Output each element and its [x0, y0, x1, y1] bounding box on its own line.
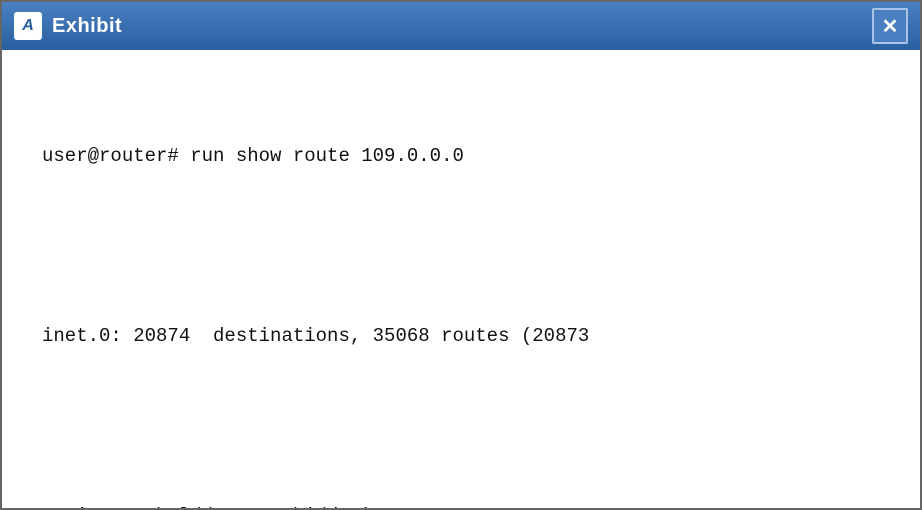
blank-line-2 [42, 416, 880, 440]
window-icon: A [14, 12, 42, 40]
window-title: Exhibit [52, 15, 122, 38]
terminal-line-3: active, 0 holddown, 1 hidden) [42, 501, 880, 508]
exhibit-window: A Exhibit ✕ user@router# run show route … [0, 0, 922, 510]
title-bar-left: A Exhibit [14, 12, 122, 40]
terminal-content: user@router# run show route 109.0.0.0 in… [2, 50, 920, 508]
terminal-line-1: user@router# run show route 109.0.0.0 [42, 141, 880, 171]
terminal-line-2: inet.0: 20874 destinations, 35068 routes… [42, 321, 880, 351]
blank-line-1 [42, 236, 880, 260]
terminal-output: user@router# run show route 109.0.0.0 in… [42, 80, 880, 508]
close-button[interactable]: ✕ [872, 8, 908, 44]
title-bar: A Exhibit ✕ [2, 2, 920, 50]
